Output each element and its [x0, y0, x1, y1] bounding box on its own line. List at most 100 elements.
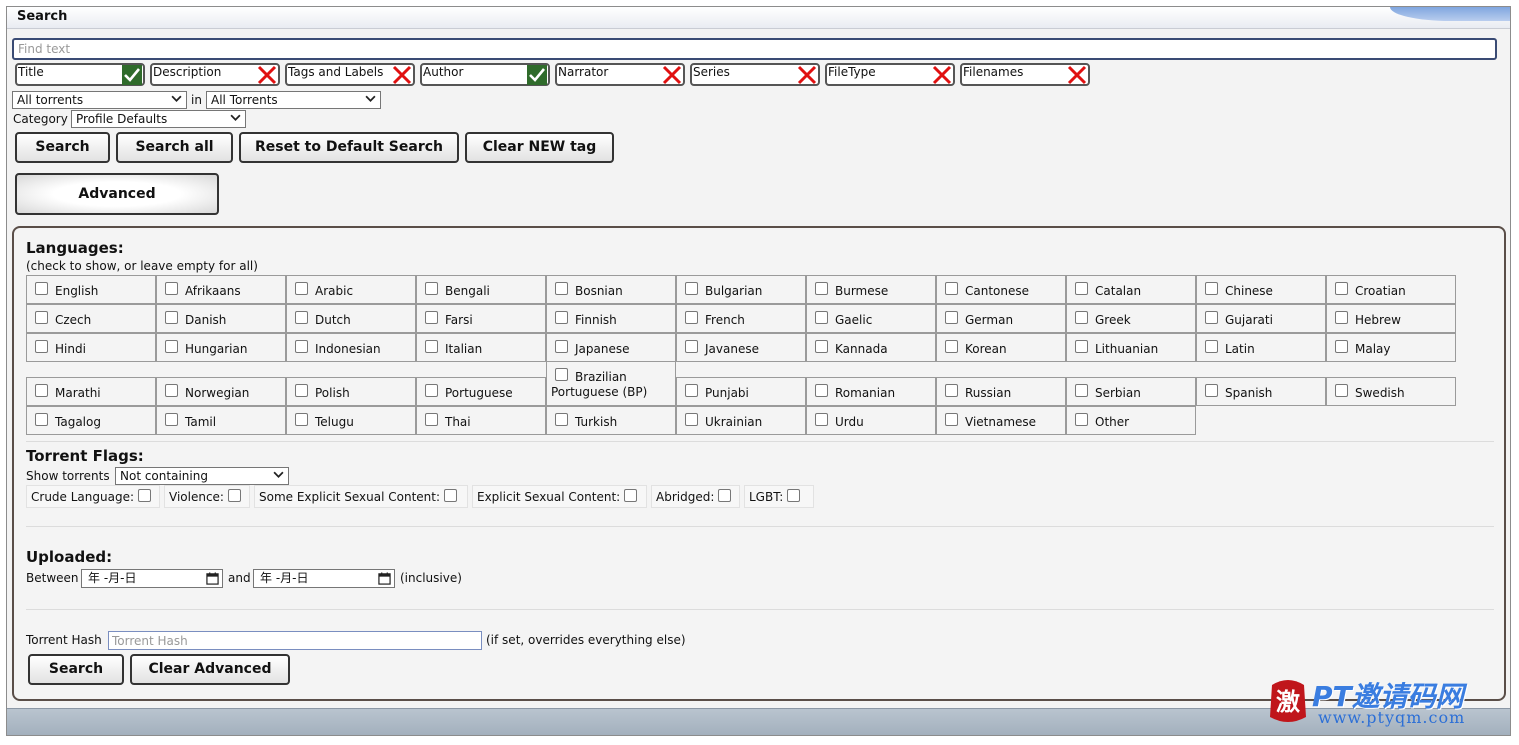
- language-checkbox[interactable]: [945, 282, 958, 295]
- language-option[interactable]: Javanese: [676, 333, 806, 362]
- language-checkbox[interactable]: [945, 384, 958, 397]
- language-checkbox[interactable]: [35, 340, 48, 353]
- language-checkbox[interactable]: [425, 311, 438, 324]
- language-option[interactable]: Russian: [936, 377, 1066, 406]
- language-option[interactable]: Ukrainian: [676, 406, 806, 435]
- language-option[interactable]: Telugu: [286, 406, 416, 435]
- language-checkbox[interactable]: [815, 311, 828, 324]
- language-option[interactable]: Urdu: [806, 406, 936, 435]
- clear-new-tag-button[interactable]: Clear NEW tag: [465, 132, 614, 163]
- language-checkbox[interactable]: [35, 413, 48, 426]
- language-checkbox[interactable]: [295, 413, 308, 426]
- language-option[interactable]: Gujarati: [1196, 304, 1326, 333]
- language-checkbox[interactable]: [425, 340, 438, 353]
- language-checkbox[interactable]: [1075, 282, 1088, 295]
- language-option[interactable]: Brazilian Portuguese (BP): [546, 361, 676, 406]
- language-checkbox[interactable]: [815, 384, 828, 397]
- show-torrents-select[interactable]: Not containing: [115, 467, 289, 485]
- torrent-flag-option[interactable]: Violence:: [164, 485, 250, 508]
- language-checkbox[interactable]: [555, 282, 568, 295]
- language-option[interactable]: Bulgarian: [676, 275, 806, 304]
- calendar-icon[interactable]: [378, 572, 391, 585]
- find-text-input[interactable]: [12, 38, 1497, 60]
- language-option[interactable]: Burmese: [806, 275, 936, 304]
- language-checkbox[interactable]: [165, 340, 178, 353]
- scope-select[interactable]: All torrents: [12, 91, 187, 109]
- search-field-toggle[interactable]: Filenames: [960, 63, 1090, 86]
- language-option[interactable]: Lithuanian: [1066, 333, 1196, 362]
- language-option[interactable]: Swedish: [1326, 377, 1456, 406]
- search-field-toggle[interactable]: FileType: [825, 63, 955, 86]
- advanced-toggle-button[interactable]: Advanced: [15, 173, 219, 215]
- language-checkbox[interactable]: [1075, 384, 1088, 397]
- language-checkbox[interactable]: [1335, 311, 1348, 324]
- language-checkbox[interactable]: [35, 384, 48, 397]
- clear-advanced-button[interactable]: Clear Advanced: [130, 654, 290, 685]
- language-option[interactable]: Turkish: [546, 406, 676, 435]
- language-option[interactable]: Tamil: [156, 406, 286, 435]
- torrent-flag-checkbox[interactable]: [138, 489, 151, 502]
- search-all-button[interactable]: Search all: [116, 132, 233, 163]
- language-checkbox[interactable]: [1075, 340, 1088, 353]
- language-option[interactable]: Afrikaans: [156, 275, 286, 304]
- language-option[interactable]: French: [676, 304, 806, 333]
- language-checkbox[interactable]: [35, 282, 48, 295]
- torrent-flag-option[interactable]: LGBT:: [744, 485, 814, 508]
- language-checkbox[interactable]: [555, 311, 568, 324]
- language-option[interactable]: Indonesian: [286, 333, 416, 362]
- date-to-input[interactable]: 年 -月-日: [253, 569, 395, 588]
- language-option[interactable]: Finnish: [546, 304, 676, 333]
- language-checkbox[interactable]: [685, 311, 698, 324]
- language-checkbox[interactable]: [295, 340, 308, 353]
- category-select[interactable]: Profile Defaults: [71, 110, 246, 128]
- language-checkbox[interactable]: [685, 340, 698, 353]
- language-checkbox[interactable]: [1205, 384, 1218, 397]
- search-field-toggle[interactable]: Title: [15, 63, 145, 86]
- torrent-flag-checkbox[interactable]: [718, 489, 732, 502]
- language-checkbox[interactable]: [1075, 413, 1088, 426]
- advanced-search-button[interactable]: Search: [28, 654, 124, 685]
- language-checkbox[interactable]: [685, 282, 698, 295]
- language-checkbox[interactable]: [295, 384, 308, 397]
- language-option[interactable]: Greek: [1066, 304, 1196, 333]
- language-checkbox[interactable]: [815, 340, 828, 353]
- language-option[interactable]: Tagalog: [26, 406, 156, 435]
- search-field-toggle[interactable]: Narrator: [555, 63, 685, 86]
- language-option[interactable]: Thai: [416, 406, 546, 435]
- torrent-flag-option[interactable]: Abridged:: [651, 485, 740, 508]
- language-checkbox[interactable]: [295, 311, 308, 324]
- language-option[interactable]: Norwegian: [156, 377, 286, 406]
- calendar-icon[interactable]: [206, 572, 219, 585]
- language-option[interactable]: Hindi: [26, 333, 156, 362]
- language-option[interactable]: Spanish: [1196, 377, 1326, 406]
- language-option[interactable]: Gaelic: [806, 304, 936, 333]
- language-option[interactable]: Punjabi: [676, 377, 806, 406]
- language-option[interactable]: Croatian: [1326, 275, 1456, 304]
- language-checkbox[interactable]: [425, 384, 438, 397]
- language-option[interactable]: Marathi: [26, 377, 156, 406]
- language-checkbox[interactable]: [945, 311, 958, 324]
- language-option[interactable]: Other: [1066, 406, 1196, 435]
- language-checkbox[interactable]: [1205, 311, 1218, 324]
- language-checkbox[interactable]: [815, 282, 828, 295]
- torrent-flag-checkbox[interactable]: [787, 489, 801, 502]
- language-checkbox[interactable]: [945, 340, 958, 353]
- torrent-flag-option[interactable]: Crude Language:: [26, 485, 160, 508]
- language-option[interactable]: Serbian: [1066, 377, 1196, 406]
- language-checkbox[interactable]: [425, 413, 438, 426]
- language-option[interactable]: Danish: [156, 304, 286, 333]
- language-option[interactable]: German: [936, 304, 1066, 333]
- language-checkbox[interactable]: [685, 413, 698, 426]
- language-option[interactable]: Farsi: [416, 304, 546, 333]
- torrent-flag-checkbox[interactable]: [624, 489, 638, 502]
- language-checkbox[interactable]: [1335, 282, 1348, 295]
- language-option[interactable]: Vietnamese: [936, 406, 1066, 435]
- language-checkbox[interactable]: [165, 413, 178, 426]
- language-option[interactable]: Malay: [1326, 333, 1456, 362]
- language-option[interactable]: Catalan: [1066, 275, 1196, 304]
- language-checkbox[interactable]: [1075, 311, 1088, 324]
- search-button[interactable]: Search: [15, 132, 110, 163]
- language-option[interactable]: Italian: [416, 333, 546, 362]
- language-checkbox[interactable]: [945, 413, 958, 426]
- language-option[interactable]: Bosnian: [546, 275, 676, 304]
